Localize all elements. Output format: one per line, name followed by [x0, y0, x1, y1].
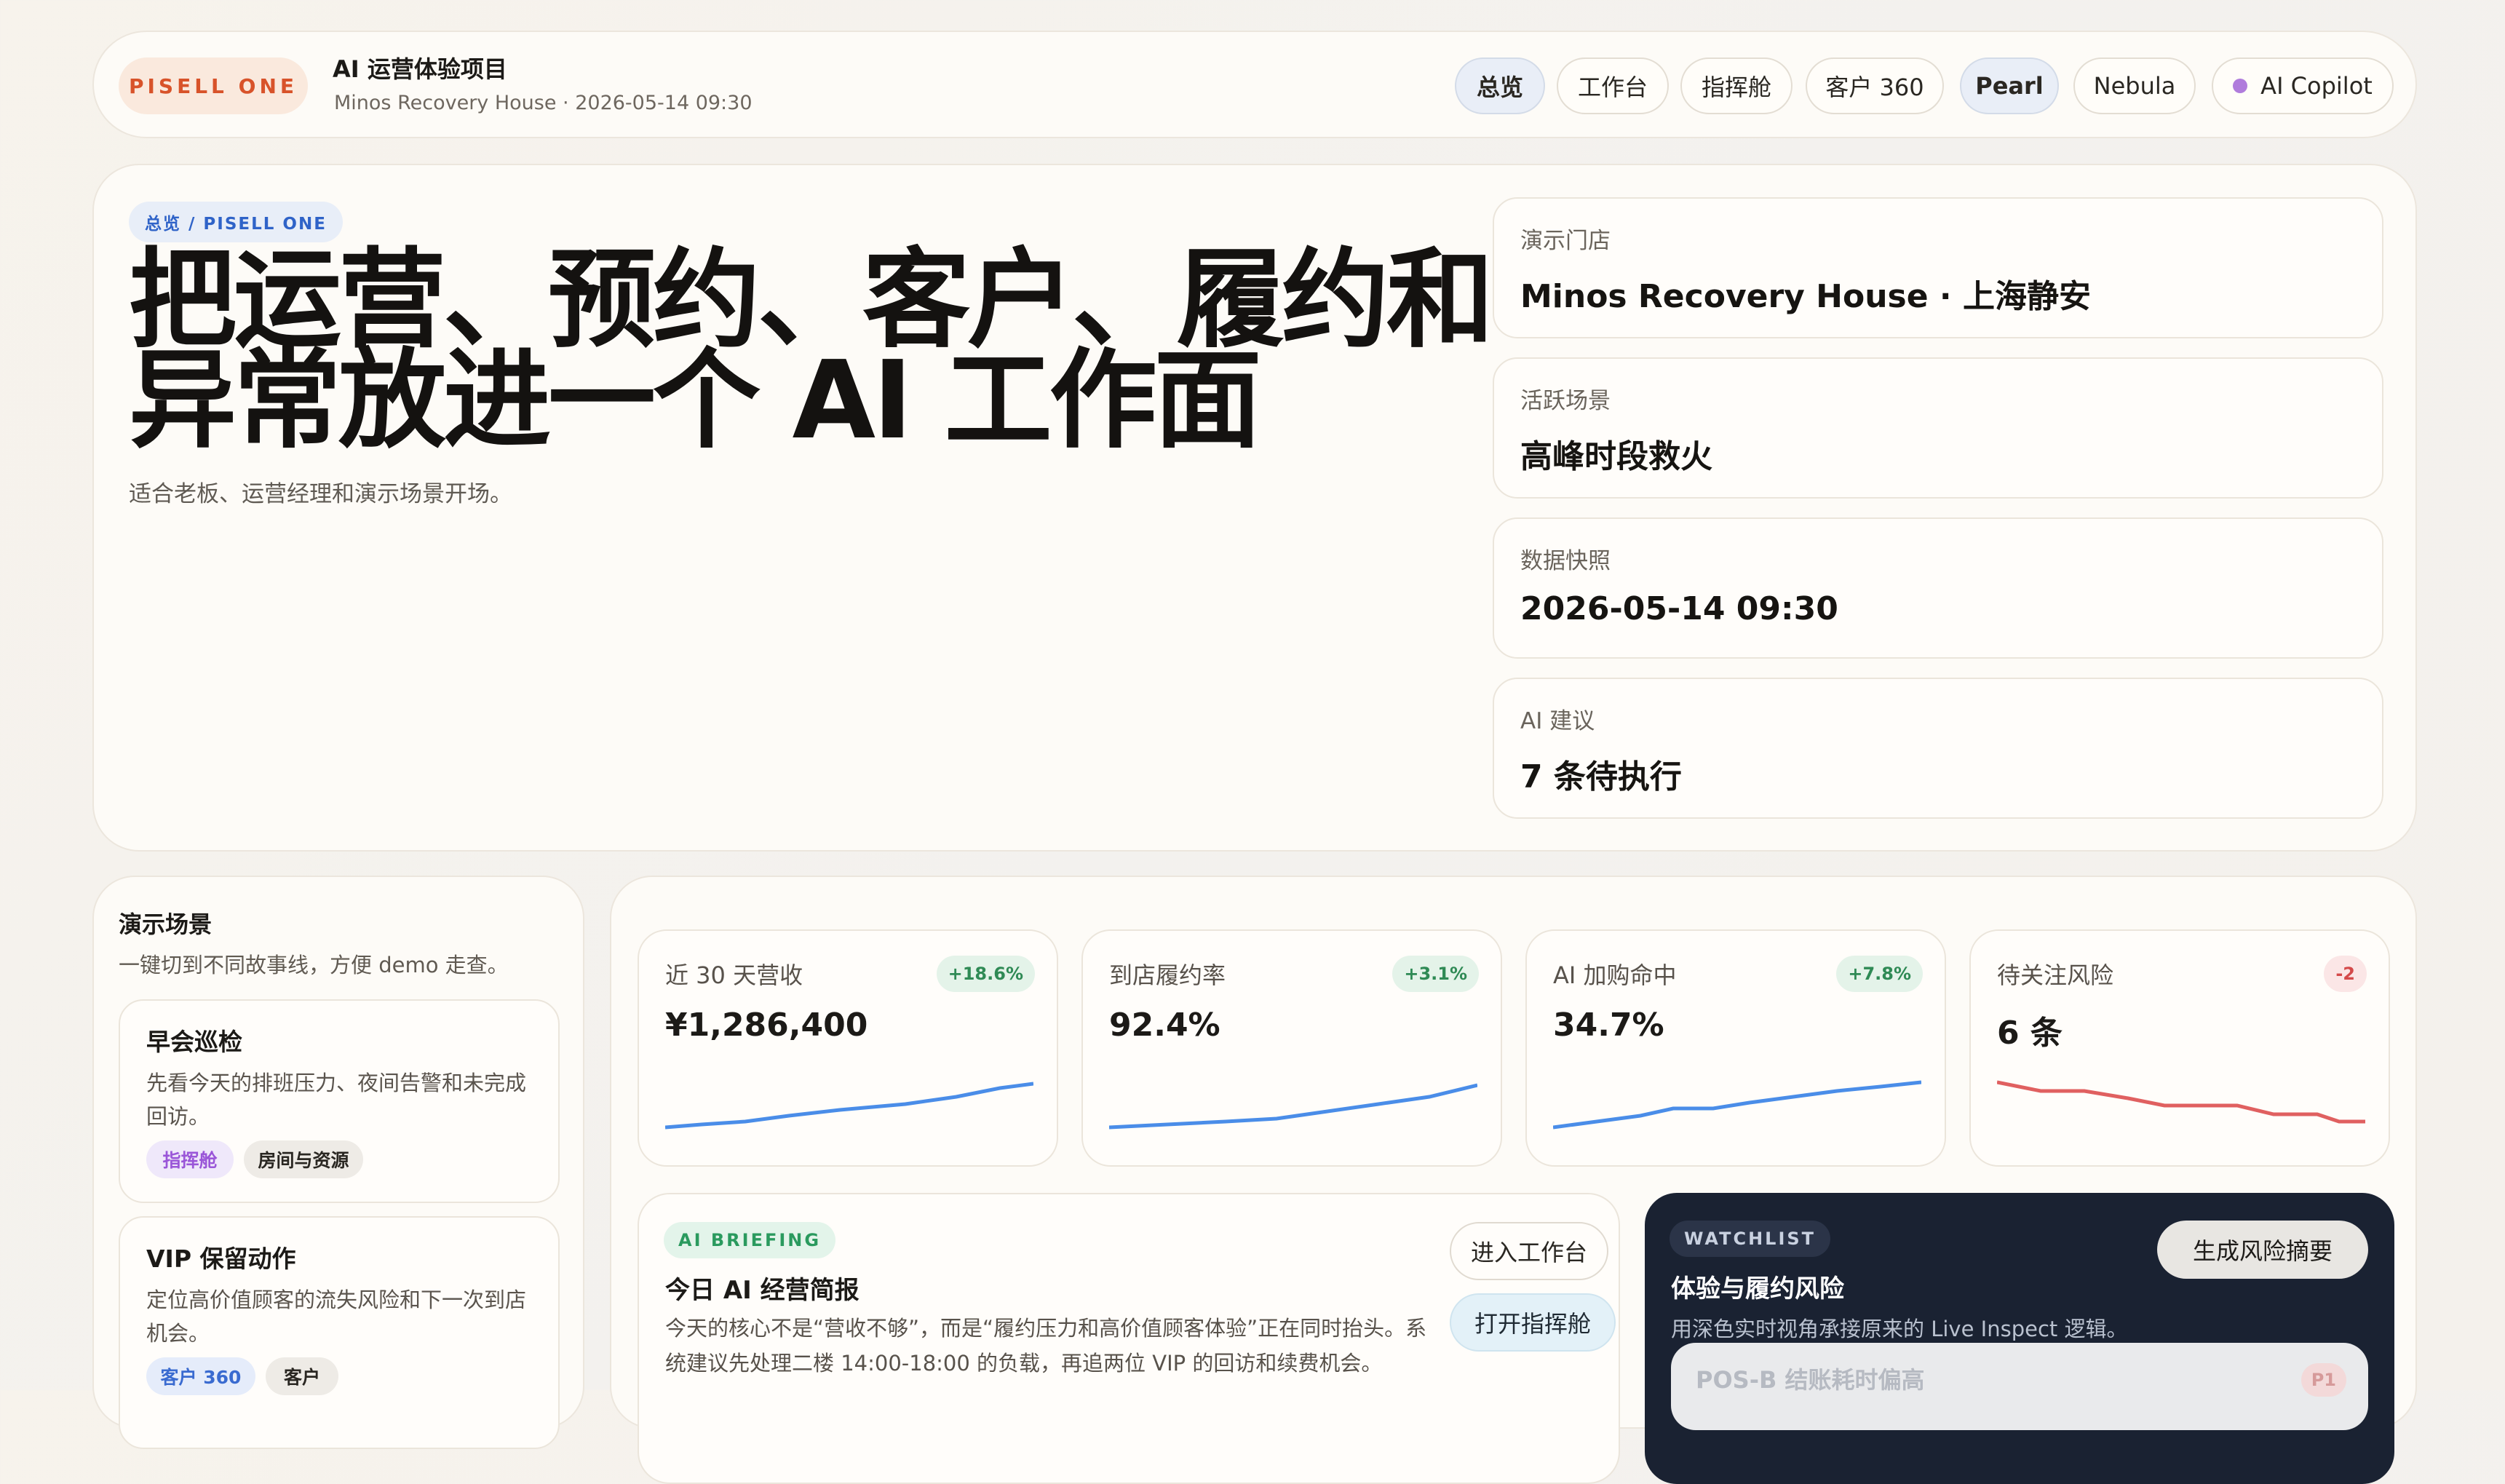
info-card-ai-suggestions: AI 建议 7 条待执行: [1493, 678, 2383, 819]
brand-logo[interactable]: PISELL ONE: [119, 57, 308, 114]
risk-item-name: POS-B 结账耗时偏高: [1696, 1366, 1925, 1394]
scenario-tag[interactable]: 房间与资源: [244, 1140, 363, 1178]
generate-risk-summary-button[interactable]: 生成风险摘要: [2157, 1221, 2368, 1279]
kpi-value: 34.7%: [1553, 1007, 1664, 1044]
kpi-label: 待关注风险: [1997, 961, 2114, 989]
hero-title: 把运营、预约、客户、履约和异常放进一个 AI 工作面: [129, 237, 1494, 463]
scenario-card-vip[interactable]: VIP 保留动作 定位高价值顾客的流失风险和下一次到店机会。 客户 360 客户: [119, 1216, 560, 1449]
info-card-label: 数据快照: [1520, 548, 1611, 574]
hero-subtitle: 适合老板、运营经理和演示场景开场。: [129, 481, 512, 507]
kpi-label: AI 加购命中: [1553, 961, 1677, 989]
enter-workbench-button[interactable]: 进入工作台: [1450, 1222, 1608, 1280]
project-subtitle: Minos Recovery House · 2026-05-14 09:30: [334, 92, 753, 114]
kpi-card-revenue[interactable]: 近 30 天营收 +18.6% ¥1,286,400: [638, 929, 1058, 1167]
ai-briefing-card: AI BRIEFING 今日 AI 经营简报 今天的核心不是“营收不够”，而是“…: [638, 1193, 1620, 1484]
main-dashboard-panel: 近 30 天营收 +18.6% ¥1,286,400 到店履约率 +3.1% 9…: [610, 876, 2417, 1484]
ai-briefing-body: 今天的核心不是“营收不够”，而是“履约压力和高价值顾客体验”正在同时抬头。系统建…: [665, 1316, 1427, 1376]
kpi-delta-badge: -2: [2324, 956, 2367, 992]
scenario-card-morning[interactable]: 早会巡检 先看今天的排班压力、夜间告警和未完成回访。 指挥舱 房间与资源: [119, 999, 560, 1203]
scenario-tag[interactable]: 指挥舱: [146, 1140, 234, 1178]
kpi-label: 近 30 天营收: [665, 961, 803, 989]
kpi-sparkline: [665, 1082, 1033, 1130]
kpi-card-fulfillment[interactable]: 到店履约率 +3.1% 92.4%: [1081, 929, 1502, 1167]
ai-briefing-title: 今日 AI 经营简报: [665, 1276, 860, 1305]
nav-tab-nebula[interactable]: Nebula: [2073, 57, 2196, 114]
nav-tab-pearl[interactable]: Pearl: [1960, 57, 2059, 114]
kpi-sparkline: [1553, 1080, 1921, 1130]
info-card-value: 2026-05-14 09:30: [1520, 590, 1838, 627]
info-card-value: 7 条待执行: [1520, 758, 1682, 795]
scenarios-subtitle: 一键切到不同故事线，方便 demo 走查。: [119, 953, 509, 977]
watchlist-subtitle: 用深色实时视角承接原来的 Live Inspect 逻辑。: [1671, 1317, 2128, 1341]
project-title: AI 运营体验项目: [333, 55, 507, 83]
kpi-sparkline: [1109, 1083, 1477, 1130]
scenarios-title: 演示场景: [119, 910, 213, 938]
scenario-desc: 先看今天的排班压力、夜间告警和未完成回访。: [146, 1071, 527, 1129]
kpi-delta-badge: +3.1%: [1392, 956, 1479, 992]
scenario-desc: 定位高价值顾客的流失风险和下一次到店机会。: [146, 1287, 527, 1346]
scenario-title: VIP 保留动作: [146, 1245, 296, 1273]
info-card-value: Minos Recovery House · 上海静安: [1520, 278, 2091, 315]
top-bar: PISELL ONE AI 运营体验项目 Minos Recovery Hous…: [92, 31, 2417, 138]
info-card-value: 高峰时段救火: [1520, 438, 1712, 475]
copilot-status-dot-icon: [2233, 79, 2248, 93]
info-card-scene: 活跃场景 高峰时段救火: [1493, 357, 2383, 499]
nav-tab-overview[interactable]: 总览: [1455, 57, 1545, 114]
ai-briefing-tag: AI BRIEFING: [664, 1222, 836, 1258]
nav-tab-command[interactable]: 指挥舱: [1680, 57, 1793, 114]
kpi-delta-badge: +7.8%: [1836, 956, 1923, 992]
kpi-value: 6 条: [1997, 1015, 2063, 1052]
info-card-label: 演示门店: [1520, 228, 1611, 254]
kpi-card-risk[interactable]: 待关注风险 -2 6 条: [1969, 929, 2390, 1167]
breadcrumb[interactable]: 总览 / PISELL ONE: [129, 202, 343, 242]
kpi-value: ¥1,286,400: [665, 1007, 868, 1044]
info-card-snapshot: 数据快照 2026-05-14 09:30: [1493, 517, 2383, 659]
info-card-label: AI 建议: [1520, 708, 1595, 734]
watchlist-card: WATCHLIST 体验与履约风险 用深色实时视角承接原来的 Live Insp…: [1645, 1193, 2394, 1484]
ai-copilot-button[interactable]: AI Copilot: [2212, 57, 2394, 114]
info-card-store: 演示门店 Minos Recovery House · 上海静安: [1493, 197, 2383, 338]
kpi-delta-badge: +18.6%: [936, 956, 1035, 992]
kpi-card-ai-upsell[interactable]: AI 加购命中 +7.8% 34.7%: [1525, 929, 1946, 1167]
scenario-title: 早会巡检: [146, 1028, 242, 1056]
risk-list-item[interactable]: POS-B 结账耗时偏高 P1: [1671, 1343, 2368, 1430]
scenario-tag[interactable]: 客户 360: [146, 1357, 255, 1395]
demo-scenarios-panel: 演示场景 一键切到不同故事线，方便 demo 走查。 早会巡检 先看今天的排班压…: [92, 876, 584, 1449]
kpi-value: 92.4%: [1109, 1007, 1220, 1044]
scenario-tag[interactable]: 客户: [266, 1357, 338, 1395]
hero-section: 总览 / PISELL ONE 把运营、预约、客户、履约和异常放进一个 AI 工…: [92, 164, 2417, 852]
kpi-sparkline: [1997, 1080, 2365, 1124]
watchlist-title: 体验与履约风险: [1671, 1274, 1844, 1304]
risk-priority-badge: P1: [2300, 1363, 2346, 1397]
open-command-center-button[interactable]: 打开指挥舱: [1450, 1293, 1616, 1352]
copilot-label: AI Copilot: [2260, 72, 2373, 100]
watchlist-tag: WATCHLIST: [1670, 1221, 1831, 1257]
nav-tab-customer-360[interactable]: 客户 360: [1806, 57, 1944, 114]
nav-tab-workbench[interactable]: 工作台: [1557, 57, 1669, 114]
info-card-label: 活跃场景: [1520, 388, 1611, 414]
kpi-label: 到店履约率: [1109, 961, 1226, 989]
